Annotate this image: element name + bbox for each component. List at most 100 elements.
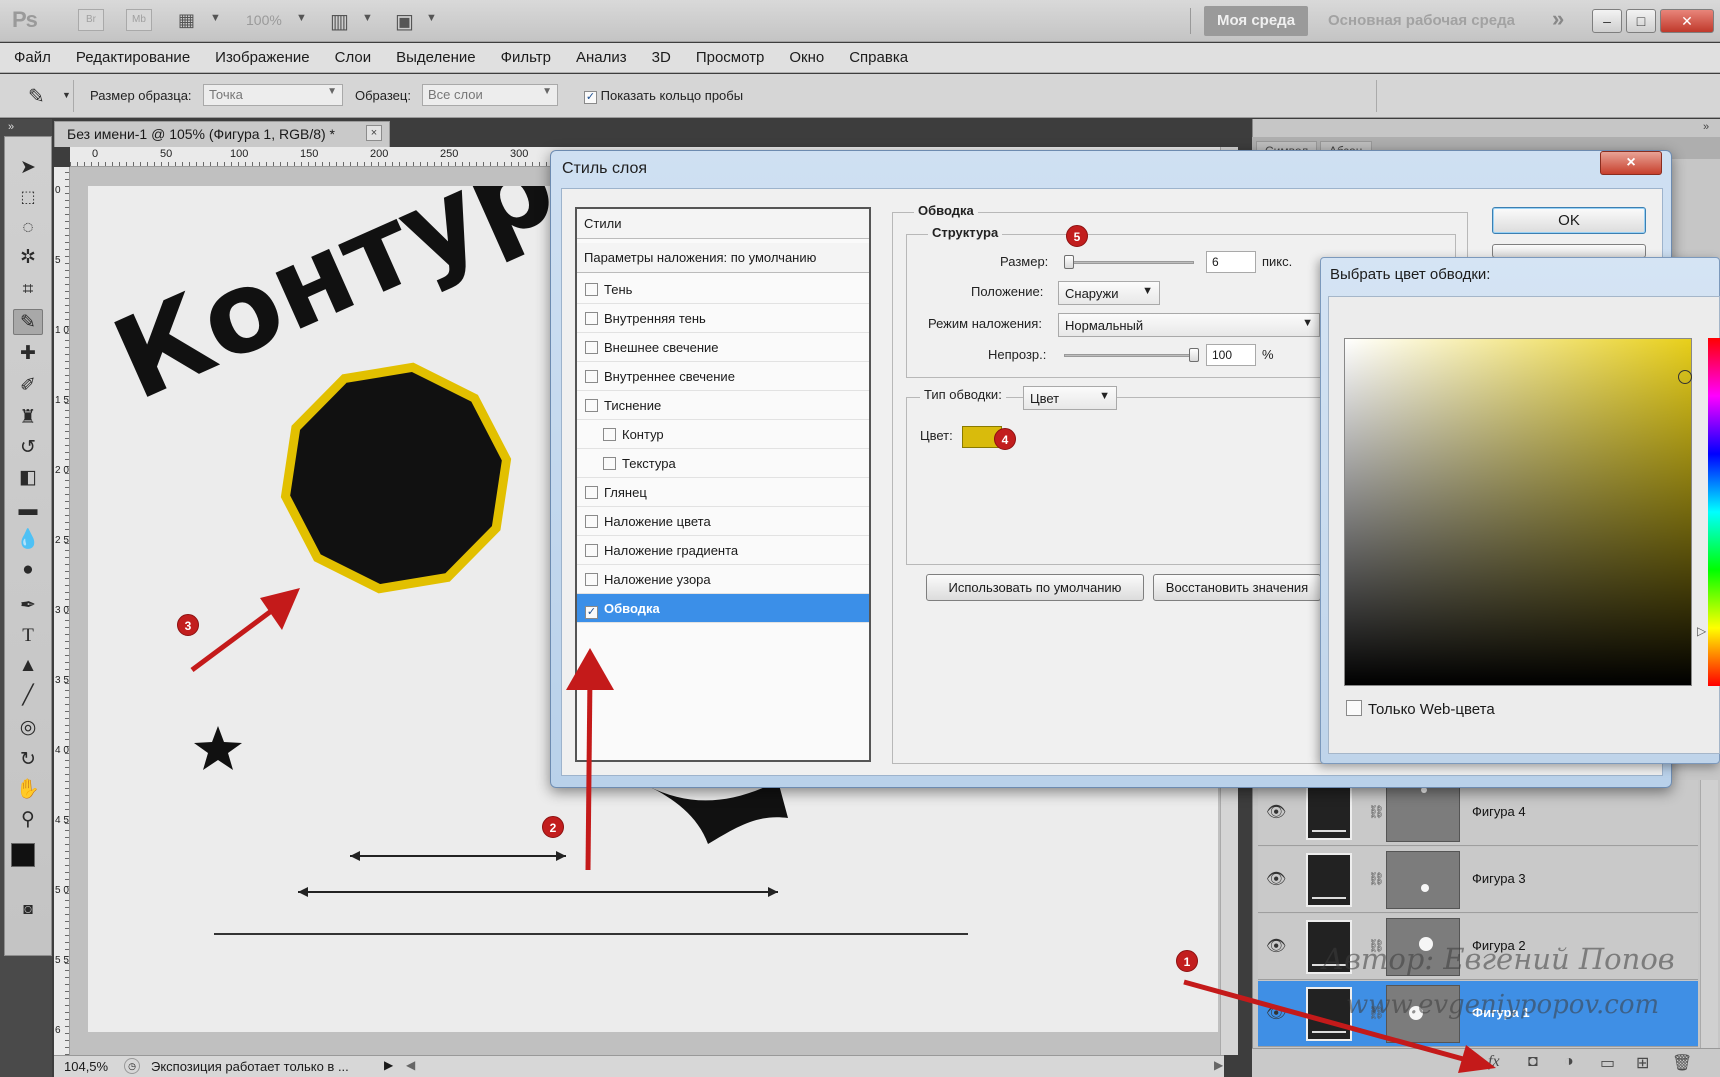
chevron-down-icon[interactable]: ▼ xyxy=(296,12,307,24)
style-item-bevel-emboss[interactable]: Тиснение xyxy=(577,391,869,420)
color-picker-marker[interactable] xyxy=(1678,370,1692,384)
clone-stamp-tool-icon[interactable]: ♜ xyxy=(13,405,43,431)
mini-bridge-button[interactable]: Mb xyxy=(126,9,152,31)
3d-orbit-tool-icon[interactable]: ↻ xyxy=(13,747,43,773)
link-icon[interactable]: ⛓ xyxy=(1368,804,1385,820)
chevron-down-icon[interactable]: ▼ xyxy=(362,12,373,24)
fx-icon[interactable]: fx xyxy=(1488,1053,1500,1071)
bridge-button[interactable]: Br xyxy=(78,9,104,31)
dialog-close-button[interactable]: × xyxy=(1600,151,1662,175)
new-layer-icon[interactable]: ⊞ xyxy=(1636,1053,1649,1073)
style-item-gradient-overlay[interactable]: Наложение градиента xyxy=(577,536,869,565)
hand-tool-icon[interactable]: ✋ xyxy=(13,777,43,803)
tool-preset-picker[interactable]: ✎ ▼ xyxy=(8,80,74,112)
menu-3d[interactable]: 3D xyxy=(652,49,671,66)
zoom-status[interactable]: 104,5% xyxy=(64,1059,108,1074)
position-select[interactable]: Снаружи ▼ xyxy=(1058,281,1160,305)
zoom-level[interactable]: 100% xyxy=(246,12,282,28)
chevron-down-icon[interactable]: ▼ xyxy=(426,12,437,24)
line-tool-icon[interactable]: ╱ xyxy=(13,683,43,709)
sample-layers-select[interactable]: Все слои ▼ xyxy=(422,84,558,106)
view-extras-icon[interactable]: ▦ xyxy=(178,10,195,31)
adjustment-layer-icon[interactable]: ◑ xyxy=(1564,1053,1574,1071)
visibility-eye-icon[interactable]: 👁 xyxy=(1266,936,1286,956)
make-default-button[interactable]: Использовать по умолчанию xyxy=(926,574,1144,601)
collapse-icon[interactable]: » xyxy=(8,121,14,133)
3d-rotate-tool-icon[interactable]: ◎ xyxy=(13,715,43,741)
arrange-documents-icon[interactable]: ▥ xyxy=(330,9,349,34)
scroll-left-icon[interactable]: ◀ xyxy=(406,1058,415,1072)
dodge-tool-icon[interactable]: ● xyxy=(13,557,43,583)
blending-options-item[interactable]: Параметры наложения: по умолчанию xyxy=(577,243,869,273)
move-tool-icon[interactable]: ➤ xyxy=(13,155,43,181)
scroll-right-icon[interactable]: ▶ xyxy=(1214,1058,1223,1072)
minimize-button[interactable]: – xyxy=(1592,9,1622,33)
menu-analysis[interactable]: Анализ xyxy=(576,49,627,66)
layer-row[interactable]: 👁 ⛓ Фигура 4 xyxy=(1258,780,1698,846)
hue-slider[interactable] xyxy=(1708,338,1720,686)
history-brush-tool-icon[interactable]: ↺ xyxy=(13,435,43,461)
status-menu-arrow-icon[interactable]: ▶ xyxy=(384,1058,393,1072)
style-item-drop-shadow[interactable]: Тень xyxy=(577,275,869,304)
style-item-contour[interactable]: Контур xyxy=(577,420,869,449)
show-ring-checkbox[interactable]: ✓ xyxy=(584,91,597,104)
style-item-color-overlay[interactable]: Наложение цвета xyxy=(577,507,869,536)
blur-tool-icon[interactable]: 💧 xyxy=(13,527,43,553)
brush-tool-icon[interactable]: ✐ xyxy=(13,373,43,399)
style-checkbox[interactable] xyxy=(585,486,598,499)
menu-layers[interactable]: Слои xyxy=(335,49,371,66)
hue-slider-arrow-icon[interactable]: ▷ xyxy=(1697,624,1706,638)
add-mask-icon[interactable]: ◘ xyxy=(1528,1053,1538,1071)
close-document-icon[interactable]: × xyxy=(366,125,382,141)
layers-scrollbar[interactable] xyxy=(1700,780,1718,1048)
web-colors-checkbox[interactable] xyxy=(1346,700,1362,716)
menu-edit[interactable]: Редактирование xyxy=(76,49,190,66)
fill-type-select[interactable]: Цвет ▼ xyxy=(1023,386,1117,410)
status-info-icon[interactable]: ◷ xyxy=(124,1058,140,1074)
style-checkbox[interactable] xyxy=(585,283,598,296)
visibility-eye-icon[interactable]: 👁 xyxy=(1266,869,1286,889)
style-checkbox[interactable] xyxy=(585,399,598,412)
lasso-tool-icon[interactable]: ◌ xyxy=(13,215,43,241)
reset-default-button[interactable]: Восстановить значения xyxy=(1153,574,1321,601)
menu-file[interactable]: Файл xyxy=(14,49,51,66)
menu-help[interactable]: Справка xyxy=(849,49,908,66)
opacity-input[interactable]: 100 xyxy=(1206,344,1256,366)
ok-button[interactable]: OK xyxy=(1492,207,1646,234)
visibility-eye-icon[interactable]: 👁 xyxy=(1266,802,1286,822)
opacity-slider-thumb[interactable] xyxy=(1189,348,1199,362)
style-checkbox[interactable] xyxy=(585,515,598,528)
menu-filter[interactable]: Фильтр xyxy=(501,49,551,66)
saturation-brightness-field[interactable] xyxy=(1344,338,1692,686)
size-input[interactable]: 6 xyxy=(1206,251,1256,273)
menu-image[interactable]: Изображение xyxy=(215,49,310,66)
style-checkbox[interactable]: ✓ xyxy=(585,606,598,619)
style-checkbox[interactable] xyxy=(585,370,598,383)
style-item-satin[interactable]: Глянец xyxy=(577,478,869,507)
close-window-button[interactable]: ✕ xyxy=(1660,9,1714,33)
style-checkbox[interactable] xyxy=(585,573,598,586)
menu-window[interactable]: Окно xyxy=(789,49,824,66)
style-item-stroke[interactable]: ✓ Обводка xyxy=(577,594,869,623)
style-item-pattern-overlay[interactable]: Наложение узора xyxy=(577,565,869,594)
path-selection-tool-icon[interactable]: ▲ xyxy=(13,653,43,679)
pen-tool-icon[interactable]: ✒ xyxy=(13,593,43,619)
trash-icon[interactable]: 🗑 xyxy=(1672,1053,1692,1073)
size-slider-thumb[interactable] xyxy=(1064,255,1074,269)
workspace-essentials-button[interactable]: Основная рабочая среда xyxy=(1328,12,1515,29)
group-folder-icon[interactable]: ▭ xyxy=(1600,1053,1615,1073)
style-checkbox[interactable] xyxy=(603,428,616,441)
quick-selection-tool-icon[interactable]: ✲ xyxy=(13,245,43,271)
menu-select[interactable]: Выделение xyxy=(396,49,475,66)
show-sampling-ring[interactable]: ✓ Показать кольцо пробы xyxy=(584,88,743,104)
style-checkbox[interactable] xyxy=(603,457,616,470)
visibility-eye-icon[interactable]: 👁 xyxy=(1266,1003,1286,1023)
type-tool-icon[interactable]: T xyxy=(13,623,43,649)
maximize-button[interactable]: □ xyxy=(1626,9,1656,33)
styles-header[interactable]: Стили xyxy=(577,209,869,239)
style-item-inner-shadow[interactable]: Внутренняя тень xyxy=(577,304,869,333)
workspace-my-button[interactable]: Моя среда xyxy=(1204,6,1308,36)
screen-mode-icon[interactable]: ▣ xyxy=(395,9,414,34)
menu-view[interactable]: Просмотр xyxy=(696,49,765,66)
style-checkbox[interactable] xyxy=(585,312,598,325)
